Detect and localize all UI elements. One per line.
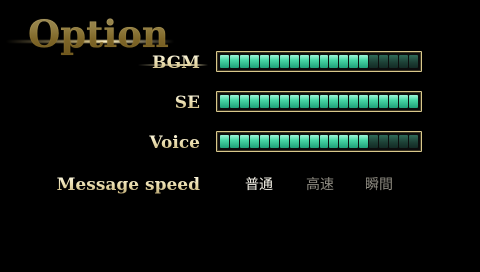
se-volume-segment — [359, 95, 369, 108]
voice-volume-segment — [349, 135, 359, 148]
se-volume-segment — [339, 95, 349, 108]
voice-volume-segment — [309, 135, 319, 148]
bgm-volume-segment — [409, 55, 419, 68]
voice-volume-segment — [399, 135, 409, 148]
bgm-volume-segment — [379, 55, 389, 68]
voice-volume-segment — [319, 135, 329, 148]
bgm-volume-segment — [359, 55, 369, 68]
bgm-volume-segment — [349, 55, 359, 68]
se-volume-segments — [220, 95, 419, 108]
bgm-volume-segment — [309, 55, 319, 68]
se-volume-segment — [289, 95, 299, 108]
voice-volume-segment — [359, 135, 369, 148]
voice-volume-segment — [220, 135, 229, 148]
voice-volume-segment — [249, 135, 259, 148]
voice-volume-segment — [339, 135, 349, 148]
se-volume-segment — [409, 95, 419, 108]
message-speed-option-instant[interactable]: 瞬間 — [365, 176, 393, 194]
se-volume-segment — [319, 95, 329, 108]
se-volume-segment — [329, 95, 339, 108]
voice-volume-segment — [269, 135, 279, 148]
title-area: Option — [6, 10, 176, 66]
se-volume-segment — [269, 95, 279, 108]
voice-volume-slider[interactable] — [216, 131, 422, 152]
bgm-volume-slider[interactable] — [216, 51, 422, 72]
bgm-volume-segment — [369, 55, 379, 68]
voice-volume-segment — [369, 135, 379, 148]
bgm-volume-segment — [299, 55, 309, 68]
se-volume-segment — [399, 95, 409, 108]
bgm-label: BGM — [151, 53, 200, 73]
voice-volume-segment — [409, 135, 419, 148]
voice-volume-segment — [259, 135, 269, 148]
message-speed-option-fast[interactable]: 高速 — [306, 176, 334, 194]
se-volume-slider[interactable] — [216, 91, 422, 112]
voice-volume-segments — [220, 135, 419, 148]
bgm-volume-segment — [229, 55, 239, 68]
voice-volume-segment — [379, 135, 389, 148]
voice-volume-segment — [239, 135, 249, 148]
voice-volume-segment — [389, 135, 399, 148]
se-volume-segment — [299, 95, 309, 108]
page-title: Option — [28, 12, 169, 56]
bgm-volume-segment — [239, 55, 249, 68]
bgm-volume-segment — [329, 55, 339, 68]
se-volume-segment — [349, 95, 359, 108]
bgm-volume-segments — [220, 55, 419, 68]
bgm-volume-segment — [249, 55, 259, 68]
se-volume-segment — [239, 95, 249, 108]
se-volume-segment — [259, 95, 269, 108]
bgm-volume-segment — [399, 55, 409, 68]
bgm-volume-segment — [389, 55, 399, 68]
voice-volume-segment — [229, 135, 239, 148]
voice-volume-segment — [279, 135, 289, 148]
voice-label: Voice — [149, 133, 200, 153]
se-volume-segment — [369, 95, 379, 108]
se-volume-segment — [249, 95, 259, 108]
bgm-volume-segment — [289, 55, 299, 68]
voice-volume-segment — [329, 135, 339, 148]
bgm-volume-segment — [259, 55, 269, 68]
se-volume-segment — [379, 95, 389, 108]
bgm-volume-segment — [220, 55, 229, 68]
se-volume-segment — [229, 95, 239, 108]
voice-volume-segment — [299, 135, 309, 148]
se-volume-segment — [279, 95, 289, 108]
se-label: SE — [174, 93, 200, 113]
bgm-volume-segment — [269, 55, 279, 68]
bgm-volume-segment — [339, 55, 349, 68]
bgm-volume-segment — [279, 55, 289, 68]
se-volume-segment — [309, 95, 319, 108]
message-speed-option-normal[interactable]: 普通 — [245, 176, 273, 194]
se-volume-segment — [389, 95, 399, 108]
se-volume-segment — [220, 95, 229, 108]
bgm-volume-segment — [319, 55, 329, 68]
voice-volume-segment — [289, 135, 299, 148]
message-speed-label: Message speed — [56, 175, 200, 195]
